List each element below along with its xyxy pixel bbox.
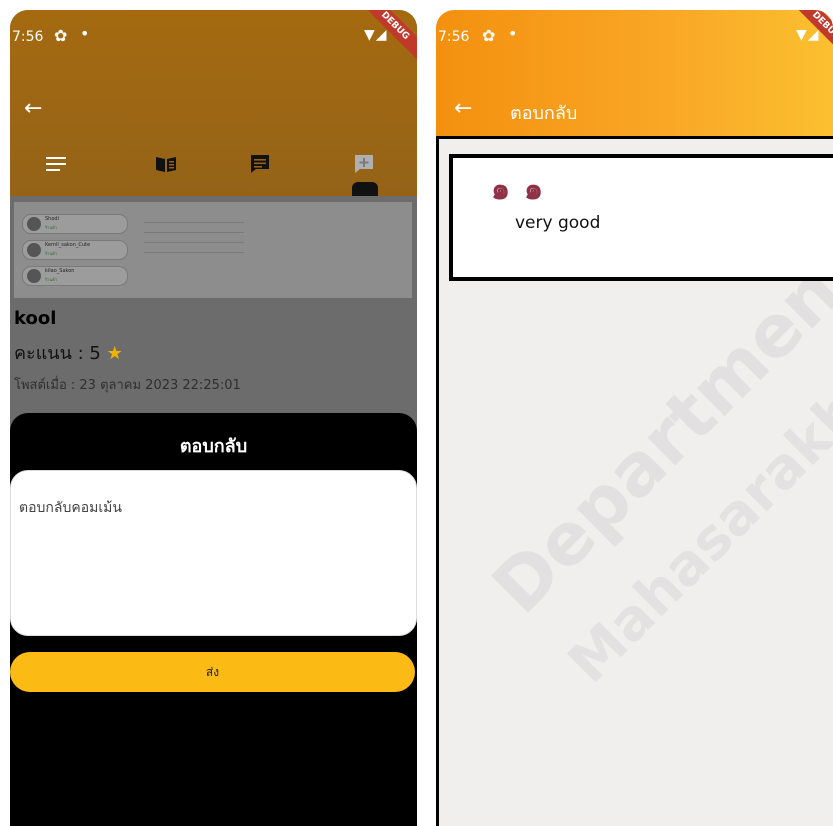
tab-list[interactable]	[36, 144, 76, 184]
comment-icon	[251, 155, 269, 173]
reply-bottom-sheet: ตอบกลับ ตอบกลับคอมเม้น ส่ง	[10, 413, 417, 826]
sheet-title: ตอบกลับ	[179, 436, 248, 457]
list-item-sub: ร้านค้า	[45, 277, 58, 282]
quote-mark: ๑๑	[491, 172, 558, 207]
list-item: Kemil_sakon_Cute ร้านค้า	[22, 240, 128, 260]
list-item: Shodi ร้านค้า	[22, 214, 128, 234]
app-header: 7:56 ✿ • ▼◢ DEBUG ←	[10, 10, 417, 196]
status-time: 7:56	[12, 29, 44, 45]
right-phone-screen: 7:56 ✿ • ▼◢ DEBUG ← ตอบกลับ Department M…	[436, 10, 833, 826]
list-item-name: Shodi	[45, 216, 59, 222]
review-image-preview[interactable]: Shodi ร้านค้า Kemil_sakon_Cute ร้านค้า k…	[14, 202, 412, 298]
left-phone-screen: 7:56 ✿ • ▼◢ DEBUG ← Shodi ร้านค้า Kemil_…	[10, 10, 417, 826]
notification-dot-icon: •	[508, 24, 518, 43]
list-item-name: Kemil_sakon_Cute	[45, 242, 91, 248]
reply-card: ๑๑ very good	[449, 154, 833, 281]
tab-add-comment[interactable]	[344, 144, 384, 184]
frame-border-left	[436, 136, 439, 826]
book-icon	[156, 157, 176, 172]
review-date: โพสต์เมื่อ : 23 ตุลาคม 2023 22:25:01	[14, 378, 241, 393]
tab-indicator	[352, 182, 378, 196]
avatar	[27, 243, 41, 257]
status-bar: 7:56 ✿ • ▼◢ DEBUG	[436, 10, 833, 66]
settings-gear-icon: ✿	[54, 26, 68, 45]
reply-text: very good	[515, 213, 601, 233]
status-bar: 7:56 ✿ • ▼◢ DEBUG	[10, 10, 417, 66]
add-comment-icon	[355, 155, 373, 173]
review-score: คะแนน : 5 ★	[14, 338, 123, 367]
wifi-battery-icon: ▼◢	[364, 27, 388, 43]
status-time: 7:56	[438, 29, 470, 45]
page-title: ตอบกลับ	[510, 103, 578, 124]
list-item: kilao_Sakon ร้านค้า	[22, 266, 128, 286]
back-arrow-icon[interactable]: ←	[454, 98, 472, 120]
wifi-battery-icon: ▼◢	[796, 27, 820, 43]
list-item-name: kilao_Sakon	[45, 268, 75, 274]
avatar	[27, 217, 41, 231]
list-item-sub: ร้านค้า	[45, 251, 58, 256]
settings-gear-icon: ✿	[482, 26, 496, 45]
star-icon: ★	[106, 343, 123, 364]
back-arrow-icon[interactable]: ←	[24, 98, 42, 120]
tab-menu-book[interactable]	[146, 144, 186, 184]
avatar	[27, 269, 41, 283]
frame-border-top	[436, 136, 833, 139]
send-button[interactable]: ส่ง	[10, 652, 415, 692]
menu-lines-icon	[46, 157, 66, 171]
mini-table	[144, 210, 244, 260]
app-header: 7:56 ✿ • ▼◢ DEBUG ← ตอบกลับ	[436, 10, 833, 136]
reply-input[interactable]: ตอบกลับคอมเม้น	[10, 470, 417, 636]
score-label: คะแนน : 5	[14, 343, 101, 364]
reply-input-placeholder: ตอบกลับคอมเม้น	[19, 500, 122, 516]
list-item-sub: ร้านค้า	[45, 225, 58, 230]
reviewer-name: kool	[14, 308, 57, 329]
notification-dot-icon: •	[80, 24, 90, 43]
tab-comments[interactable]	[240, 144, 280, 184]
